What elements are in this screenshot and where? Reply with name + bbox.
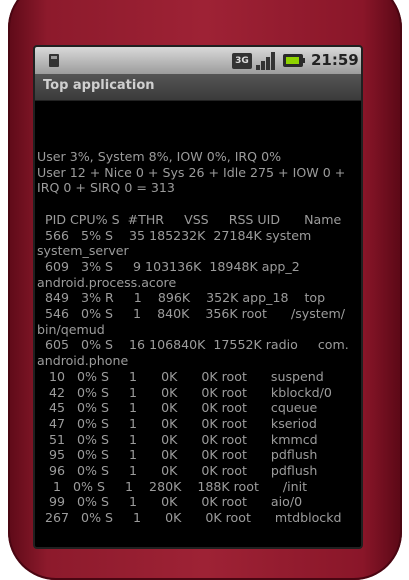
process-line: 546 0% S 1 840K 356K root /system/ [37,306,345,322]
screen: 3G 21:59 Top application User 3%, System… [33,45,363,549]
process-line: 605 0% S 16 106840K 17552K radio com. [37,337,349,353]
process-line: 267 0% S 1 0K 0K root mtdblockd [37,510,342,526]
status-clock: 21:59 [311,51,359,69]
title-bar: Top application [35,74,361,101]
process-line: 566 5% S 35 185232K 27184K system [37,227,312,243]
process-line: android.process.acore [37,274,177,290]
network-3g-icon: 3G [232,53,252,69]
summary-line: User 12 + Nice 0 + Sys 26 + Idle 275 + I… [37,164,346,180]
speaker-grille [172,0,228,1]
process-line: 47 0% S 1 0K 0K root kseriod [37,415,317,431]
process-line: 51 0% S 1 0K 0K root kmmcd [37,431,318,447]
sd-card-icon [47,52,61,69]
process-line: 1 0% S 1 280K 188K root /init [37,478,308,494]
process-line: 10 0% S 1 0K 0K root suspend [37,368,324,384]
summary-line: User 3%, System 8%, IOW 0%, IRQ 0% [37,149,282,164]
process-line: 95 0% S 1 0K 0K root pdflush [37,447,318,463]
top-output[interactable]: User 3%, System 8%, IOW 0%, IRQ 0% User … [37,149,361,526]
process-line: 99 0% S 1 0K 0K root aio/0 [37,494,303,510]
battery-icon [283,54,305,67]
process-line: 609 3% S 9 103136K 18948K app_2 [37,258,300,274]
process-header: PID CPU% S #THR VSS RSS UID Name [37,211,342,227]
app-title: Top application [43,78,155,93]
status-bar[interactable]: 3G 21:59 [35,47,361,74]
summary-line: IRQ 0 + SIRQ 0 = 313 [37,180,175,196]
process-line: android.phone [37,353,129,369]
process-line: 96 0% S 1 0K 0K root pdflush [37,463,318,479]
process-line: system_server [37,243,129,259]
process-line: bin/qemud [37,321,105,337]
process-line: 45 0% S 1 0K 0K root cqueue [37,400,318,416]
process-line: 849 3% R 1 896K 352K app_18 top [37,290,326,306]
process-line: 42 0% S 1 0K 0K root kblockd/0 [37,384,332,400]
signal-icon [256,52,277,70]
